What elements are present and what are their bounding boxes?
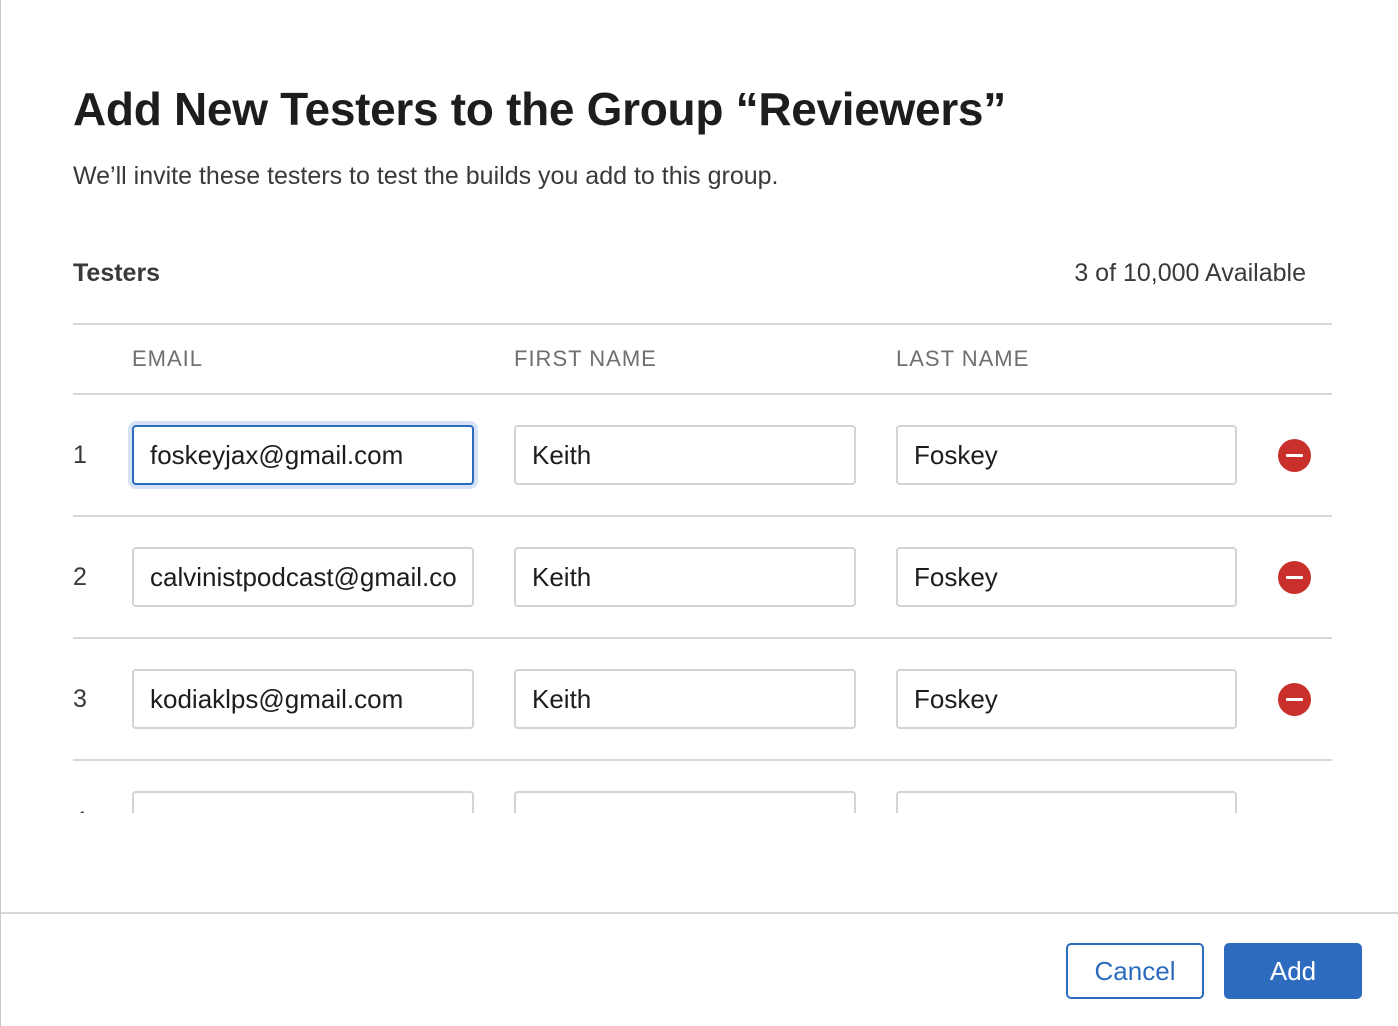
- remove-circle-icon[interactable]: [1278, 439, 1311, 472]
- table-row: 1: [1, 395, 1398, 517]
- email-field[interactable]: [132, 791, 474, 813]
- add-button[interactable]: Add: [1224, 943, 1362, 999]
- testers-section-title: Testers: [73, 259, 161, 287]
- row-number: 4: [73, 807, 87, 813]
- column-header-email: EMAIL: [132, 346, 204, 371]
- first-name-field[interactable]: [514, 547, 856, 607]
- first-name-field[interactable]: [514, 669, 856, 729]
- row-number: 1: [73, 441, 87, 469]
- available-count: 3 of 10,000 Available: [1074, 259, 1306, 287]
- first-name-field[interactable]: [514, 425, 856, 485]
- email-field[interactable]: [132, 669, 474, 729]
- last-name-field[interactable]: [896, 669, 1237, 729]
- add-testers-dialog: Add New Testers to the Group “Reviewers”…: [0, 0, 1398, 1026]
- last-name-field[interactable]: [896, 547, 1237, 607]
- email-field[interactable]: [132, 547, 474, 607]
- dialog-subtitle: We’ll invite these testers to test the b…: [73, 162, 779, 190]
- column-header-last-name: LAST NAME: [896, 346, 1030, 371]
- header-divider: [73, 323, 1332, 325]
- email-field[interactable]: [132, 425, 474, 485]
- row-number: 2: [73, 563, 87, 591]
- footer-divider: [1, 912, 1398, 914]
- row-number: 3: [73, 685, 87, 713]
- testers-table-body[interactable]: 1 2 3 4: [1, 395, 1398, 813]
- table-row: 2: [1, 517, 1398, 639]
- last-name-field[interactable]: [896, 791, 1237, 813]
- last-name-field[interactable]: [896, 425, 1237, 485]
- dialog-title: Add New Testers to the Group “Reviewers”: [73, 83, 1006, 135]
- first-name-field[interactable]: [514, 791, 856, 813]
- remove-circle-icon[interactable]: [1278, 683, 1311, 716]
- table-row: 4: [1, 761, 1398, 813]
- table-row: 3: [1, 639, 1398, 761]
- column-header-first-name: FIRST NAME: [514, 346, 657, 371]
- cancel-button[interactable]: Cancel: [1066, 943, 1204, 999]
- remove-circle-icon[interactable]: [1278, 561, 1311, 594]
